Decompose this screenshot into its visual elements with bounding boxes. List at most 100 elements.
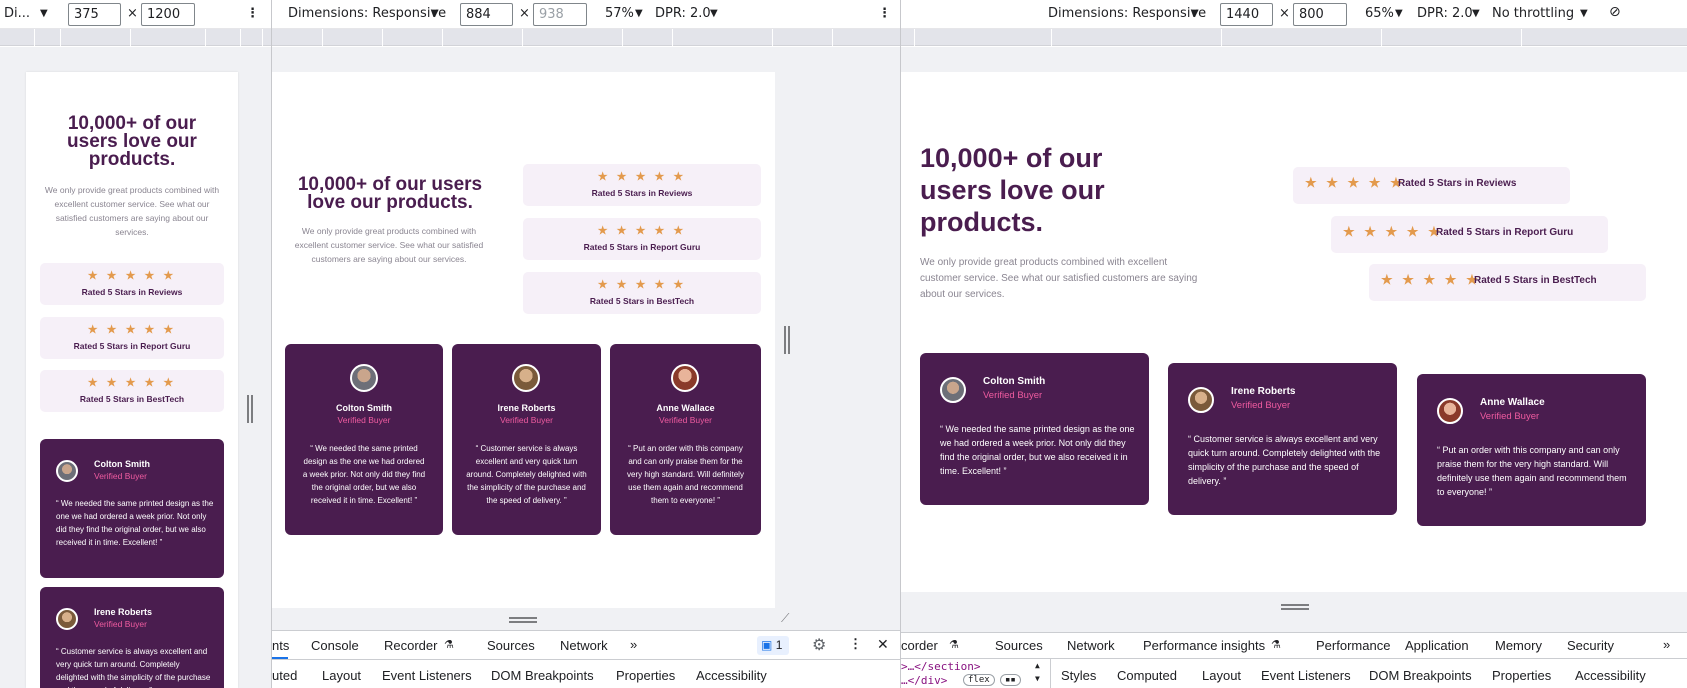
media-query-ruler[interactable] — [272, 29, 901, 46]
height-input[interactable]: 938 — [533, 3, 587, 26]
chevron-down-icon[interactable]: ▼ — [635, 8, 643, 19]
width-input[interactable]: 884 — [460, 3, 513, 26]
testimonial-name: Anne Wallace — [656, 403, 715, 413]
rating-card-reviews: ★ ★ ★ ★ ★ Rated 5 Stars in Reviews — [40, 263, 224, 305]
stars-icon: ★ ★ ★ ★ ★ — [597, 279, 687, 291]
stars-icon: ★ ★ ★ ★ ★ — [87, 324, 177, 336]
width-input[interactable]: 375 — [68, 3, 121, 26]
chevron-down-icon[interactable]: ▼ — [1580, 8, 1588, 19]
tab-computed[interactable]: uted — [272, 668, 297, 683]
more-tabs-icon[interactable]: » — [630, 637, 637, 652]
tab-styles[interactable]: Styles — [1061, 668, 1096, 683]
tab-elements[interactable]: nts — [272, 638, 289, 653]
scroll-arrows-icon[interactable]: ▲ ▼ — [1035, 659, 1040, 685]
active-tab-indicator — [272, 657, 288, 659]
chevron-down-icon[interactable]: ▼ — [1395, 8, 1403, 19]
media-query-ruler[interactable] — [0, 29, 272, 46]
dimensions-select[interactable]: Dimensions: Responsive — [1048, 6, 1206, 21]
page-description: We only provide great products combined … — [44, 185, 220, 237]
rotate-icon[interactable]: ⊘ — [1609, 4, 1621, 20]
dpr-select[interactable]: DPR: 2.0 — [655, 6, 711, 21]
chevron-down-icon[interactable]: ▼ — [1472, 8, 1480, 19]
testimonial-quote: “ Customer service is always excellent a… — [466, 444, 587, 505]
close-icon[interactable]: ✕ — [877, 636, 889, 653]
elements-line[interactable]: …</div> — [901, 674, 947, 687]
tab-console[interactable]: Console — [311, 638, 359, 653]
verified-badge: Verified Buyer — [1231, 400, 1291, 411]
resize-handle-bottom[interactable] — [1281, 604, 1309, 606]
zoom-select[interactable]: 57% — [605, 6, 634, 21]
page-description: We only provide great products combined … — [294, 226, 484, 264]
devtools-tabbar: corder ⚗ Sources Network Performance ins… — [901, 633, 1687, 659]
flex-badge[interactable]: flex — [963, 674, 995, 686]
verified-badge: Verified Buyer — [500, 415, 553, 425]
tab-accessibility[interactable]: Accessibility — [696, 668, 767, 683]
tab-application[interactable]: Application — [1405, 638, 1469, 653]
resize-handle-bottom[interactable] — [509, 617, 537, 619]
tab-event-listeners[interactable]: Event Listeners — [382, 668, 472, 683]
rating-card-report-guru: ★ ★ ★ ★ ★ Rated 5 Stars in Report Guru — [523, 218, 761, 260]
rating-card-reviews: ★ ★ ★ ★ ★ Rated 5 Stars in Reviews — [523, 164, 761, 206]
chevron-down-icon[interactable]: ▼ — [710, 8, 718, 19]
tab-event-listeners[interactable]: Event Listeners — [1261, 668, 1351, 683]
tab-network[interactable]: Network — [560, 638, 608, 653]
tab-layout[interactable]: Layout — [322, 668, 361, 683]
zoom-select[interactable]: 65% — [1365, 6, 1394, 21]
resize-handle-side[interactable] — [784, 326, 786, 354]
testimonial-quote: “ Put an order with this company and can… — [1437, 445, 1627, 497]
rating-card-besttech: ★ ★ ★ ★ ★ Rated 5 Stars in BestTech — [1369, 264, 1646, 301]
tab-security[interactable]: Security — [1567, 638, 1614, 653]
tab-memory[interactable]: Memory — [1495, 638, 1542, 653]
device-select[interactable]: Di... — [4, 6, 30, 21]
issues-count: 1 — [775, 638, 783, 652]
tab-performance[interactable]: Performance — [1316, 638, 1390, 653]
tab-recorder[interactable]: Recorder — [384, 638, 437, 653]
tab-computed[interactable]: Computed — [1117, 668, 1177, 683]
resize-corner-icon[interactable]: ⟋ — [781, 611, 789, 626]
issues-badge[interactable]: ▣ 1 — [757, 636, 789, 655]
dimensions-select[interactable]: Dimensions: Responsive — [288, 6, 446, 21]
left-browser-window: Di... ▼ 375 × 1200 ⋮ 10,000+ of our user… — [0, 0, 272, 688]
tab-layout[interactable]: Layout — [1202, 668, 1241, 683]
tab-dom-breakpoints[interactable]: DOM Breakpoints — [491, 668, 594, 683]
testimonial-name: Irene Roberts — [1231, 386, 1296, 397]
tab-performance-insights[interactable]: Performance insights — [1143, 638, 1265, 653]
throttling-select[interactable]: No throttling — [1492, 6, 1574, 21]
settings-gear-icon[interactable]: ⚙ — [812, 635, 826, 655]
more-options-icon[interactable]: ⋮ — [246, 6, 259, 21]
testimonial-card-irene: Irene Roberts Verified Buyer “ Customer … — [40, 587, 224, 688]
avatar-anne — [1437, 398, 1463, 424]
dpr-select[interactable]: DPR: 2.0 — [1417, 6, 1473, 21]
tab-accessibility[interactable]: Accessibility — [1575, 668, 1646, 683]
chevron-down-icon[interactable]: ▼ — [40, 8, 48, 19]
desktop-page: 10,000+ of our users love our products. … — [901, 72, 1687, 592]
elements-line[interactable]: >…</section> — [901, 660, 980, 673]
resize-handle[interactable] — [247, 395, 249, 423]
chevron-down-icon[interactable]: ▼ — [431, 8, 439, 19]
height-input[interactable]: 800 — [1293, 3, 1347, 26]
tab-properties[interactable]: Properties — [1492, 668, 1551, 683]
page-title: 10,000+ of our users love our products. — [297, 174, 483, 213]
more-options-icon[interactable]: ⋮ — [878, 6, 891, 21]
flexbox-editor-icon[interactable]: ▪▪ — [1000, 674, 1021, 686]
tab-properties[interactable]: Properties — [616, 668, 675, 683]
flask-icon: ⚗ — [1271, 639, 1281, 651]
message-icon: ▣ — [761, 638, 773, 652]
flask-icon: ⚗ — [949, 639, 959, 651]
tab-network[interactable]: Network — [1067, 638, 1115, 653]
width-input[interactable]: 1440 — [1220, 3, 1273, 26]
media-query-ruler[interactable] — [901, 29, 1687, 46]
avatar-colton — [350, 364, 378, 392]
tab-sources[interactable]: Sources — [487, 638, 535, 653]
tab-dom-breakpoints[interactable]: DOM Breakpoints — [1369, 668, 1472, 683]
times-sign: × — [127, 6, 138, 21]
height-input[interactable]: 1200 — [141, 3, 195, 26]
testimonial-name: Colton Smith — [983, 376, 1046, 387]
tab-recorder[interactable]: corder — [901, 638, 938, 653]
more-tabs-icon[interactable]: » — [1663, 637, 1670, 652]
stars-icon: ★ ★ ★ ★ ★ — [87, 270, 177, 282]
tab-sources[interactable]: Sources — [995, 638, 1043, 653]
testimonial-quote: “ Put an order with this company and can… — [627, 444, 744, 505]
chevron-down-icon[interactable]: ▼ — [1191, 8, 1199, 19]
more-options-icon[interactable]: ⋮ — [849, 636, 862, 652]
